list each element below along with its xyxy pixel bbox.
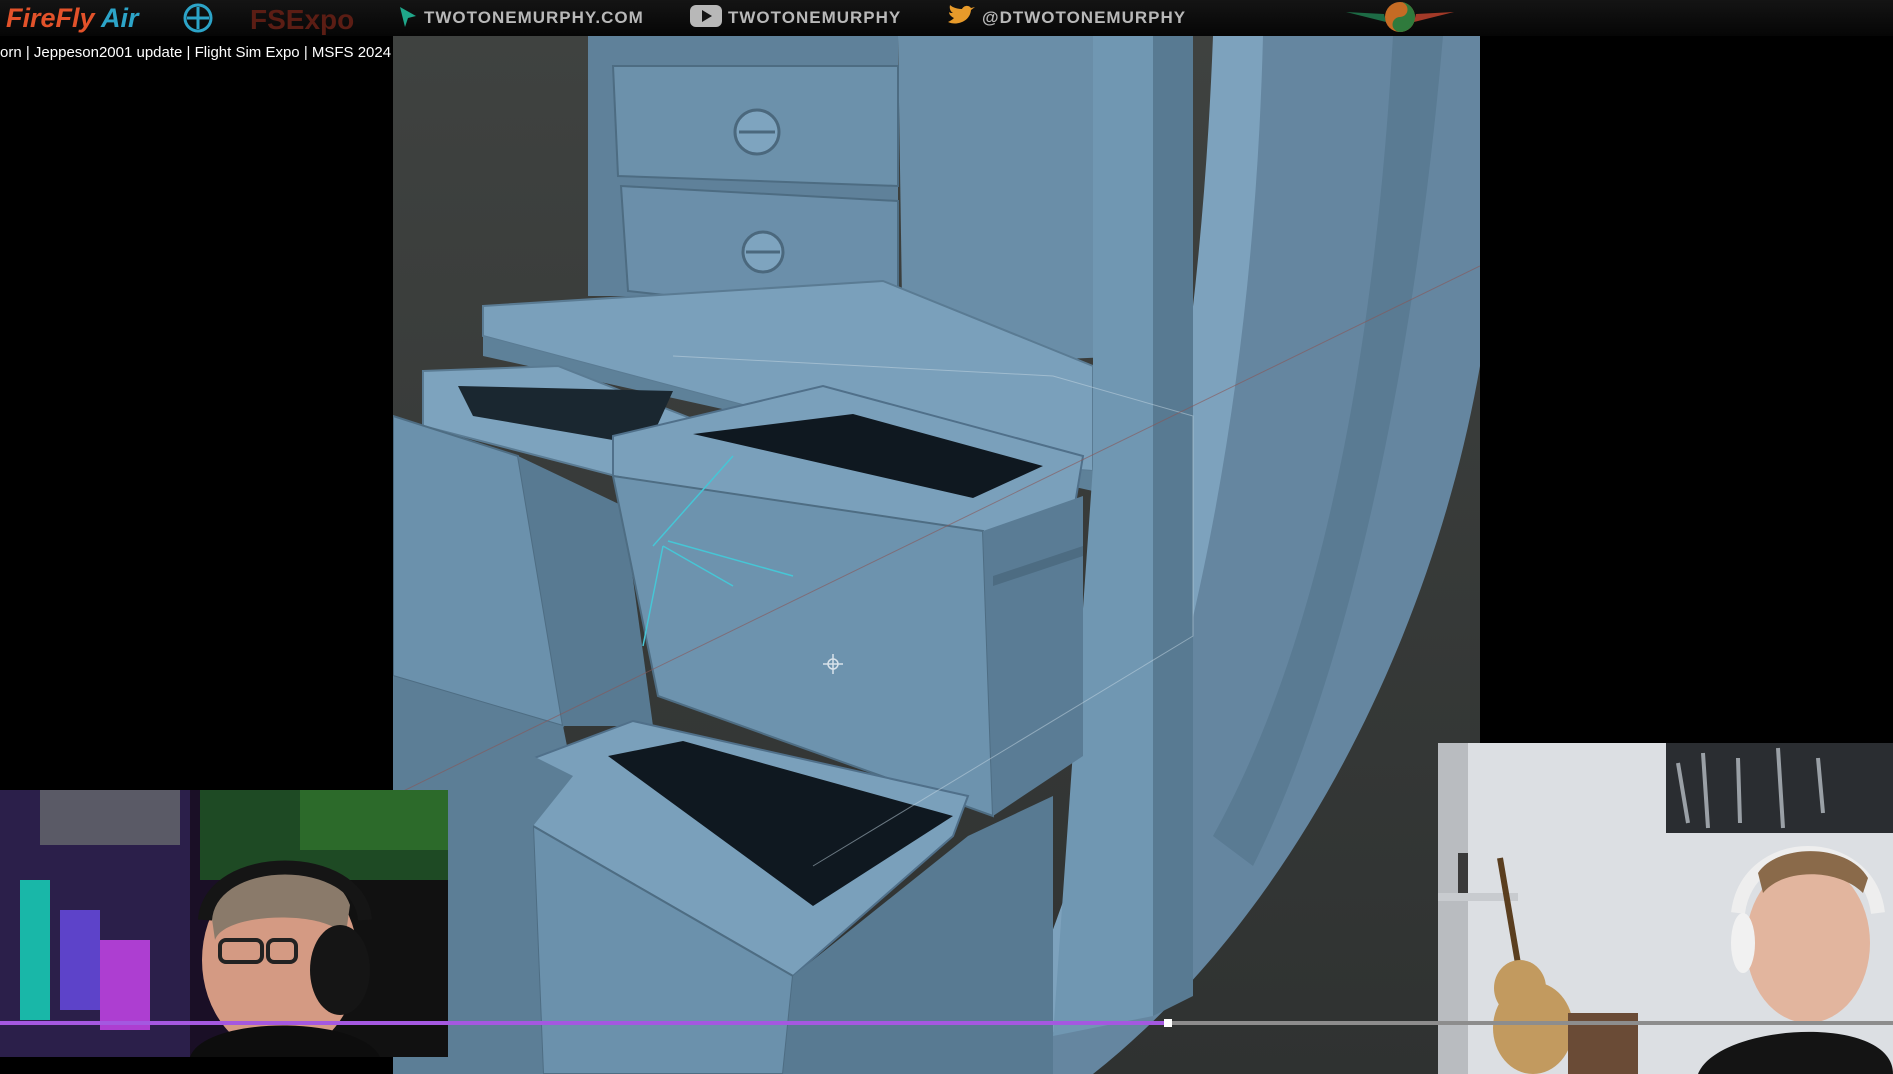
video-title: orn | Jeppeson2001 update | Flight Sim E… <box>0 44 392 61</box>
website-link[interactable]: TWOTONEMURPHY.COM <box>398 0 644 36</box>
twitter-text: @DTWOTONEMURPHY <box>982 8 1187 27</box>
galley-cabinet-model <box>393 36 1480 1074</box>
video-progress-bar[interactable] <box>0 1019 1893 1027</box>
twitter-icon <box>948 5 975 24</box>
cursor-icon <box>400 7 416 27</box>
youtube-link[interactable]: TWOTONEMURPHY <box>690 0 901 36</box>
brand-air-text: Air <box>101 3 139 33</box>
website-text: TWOTONEMURPHY.COM <box>424 8 644 27</box>
youtube-text: TWOTONEMURPHY <box>728 8 902 27</box>
youtube-icon <box>690 5 722 27</box>
wings-logo-icon <box>1346 2 1454 32</box>
stream-header: FireFly Air FSExpo TWOTONEMURPHY.COM TWO… <box>0 0 1893 36</box>
twitter-link[interactable]: @DTWOTONEMURPHY <box>946 0 1186 36</box>
fsexpo-logo: FSExpo <box>250 4 355 35</box>
brand-fire-text: FireFly <box>6 3 95 33</box>
progress-scrubber[interactable] <box>1163 1019 1172 1027</box>
3d-viewport[interactable] <box>393 36 1480 1074</box>
firefly-air-logo: FireFly Air <box>6 0 139 36</box>
webcam-presenter-left <box>0 790 448 1057</box>
progress-fill <box>0 1021 1168 1025</box>
propeller-icon <box>183 3 213 33</box>
presenter-left-video <box>0 790 448 1057</box>
